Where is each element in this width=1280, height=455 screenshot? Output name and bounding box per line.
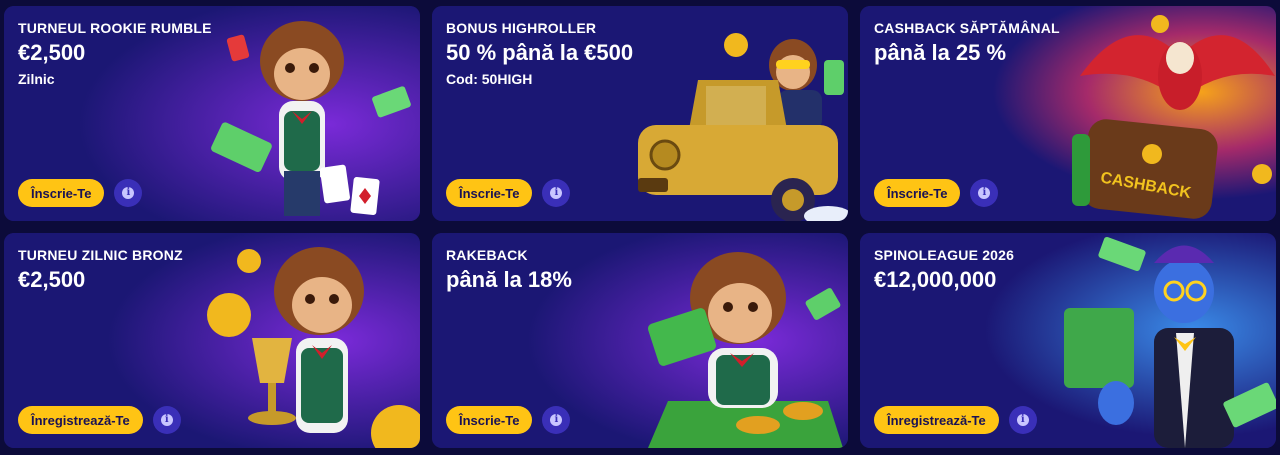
info-icon: i [122, 187, 135, 199]
promo-eyebrow: TURNEU ZILNIC BRONZ [18, 247, 183, 263]
info-button[interactable]: i [152, 406, 181, 434]
promo-eyebrow: TURNEUL ROOKIE RUMBLE [18, 20, 212, 36]
promo-headline: €2,500 [18, 40, 86, 65]
info-icon: i [550, 414, 563, 426]
info-button[interactable]: i [542, 406, 571, 434]
promo-eyebrow: SPINOLEAGUE 2026 [874, 247, 1015, 263]
promo-subtitle: Cod: 50HIGH [446, 71, 533, 88]
info-icon: i [1016, 414, 1029, 426]
promo-headline: 50 % până la €500 [446, 40, 634, 65]
promo-headline: până la 18% [446, 267, 572, 292]
promo-card-rookie-rumble[interactable]: TURNEUL ROOKIE RUMBLE €2,500 Zilnic Însc… [4, 6, 420, 221]
signup-button[interactable]: Înscrie-Te [18, 179, 105, 207]
promo-card-daily-bronze[interactable]: TURNEU ZILNIC BRONZ €2,500 Înregistrează… [4, 233, 420, 448]
promo-eyebrow: RAKEBACK [446, 247, 528, 263]
info-button[interactable]: i [1008, 406, 1037, 434]
info-button[interactable]: i [542, 179, 571, 207]
promo-card-rakeback[interactable]: RAKEBACK până la 18% Înscrie-Te i [432, 233, 848, 448]
info-button[interactable]: i [114, 179, 143, 207]
promo-headline: până la 25 % [874, 40, 1007, 65]
promo-eyebrow: BONUS HIGHROLLER [446, 20, 597, 36]
promo-headline: €2,500 [18, 267, 86, 292]
promo-eyebrow: CASHBACK SĂPTĂMÂNAL [874, 20, 1060, 36]
register-button[interactable]: Înregistrează-Te [874, 406, 999, 434]
promo-subtitle: Zilnic [18, 71, 55, 88]
golden-car-illustration [638, 33, 848, 221]
promo-card-weekly-cashback[interactable]: CASHBACK SĂPTĂMÂNAL până la 25 % CASHBAC… [860, 6, 1276, 221]
info-icon: i [160, 414, 173, 426]
monkey-goblet-illustration [207, 247, 420, 448]
signup-button[interactable]: Înscrie-Te [874, 179, 961, 207]
register-button[interactable]: Înregistrează-Te [18, 406, 143, 434]
promotions-grid: TURNEUL ROOKIE RUMBLE €2,500 Zilnic Însc… [4, 6, 1276, 448]
promo-card-bonus-highroller[interactable]: BONUS HIGHROLLER 50 % până la €500 Cod: … [432, 6, 848, 221]
parrot-cashback-illustration: CASHBACK [1072, 15, 1275, 219]
promo-card-spinoleague[interactable]: SPINOLEAGUE 2026 €12,000,000 Înregistrea… [860, 233, 1276, 448]
info-icon: i [978, 187, 991, 199]
monkey-rakeback-illustration [647, 252, 843, 448]
monkey-illustration [211, 21, 411, 216]
signup-button[interactable]: Înscrie-Te [446, 179, 533, 207]
promo-headline: €12,000,000 [874, 267, 997, 292]
genie-illustration [1064, 236, 1276, 448]
signup-button[interactable]: Înscrie-Te [446, 406, 533, 434]
info-icon: i [550, 187, 563, 199]
info-button[interactable]: i [970, 179, 999, 207]
